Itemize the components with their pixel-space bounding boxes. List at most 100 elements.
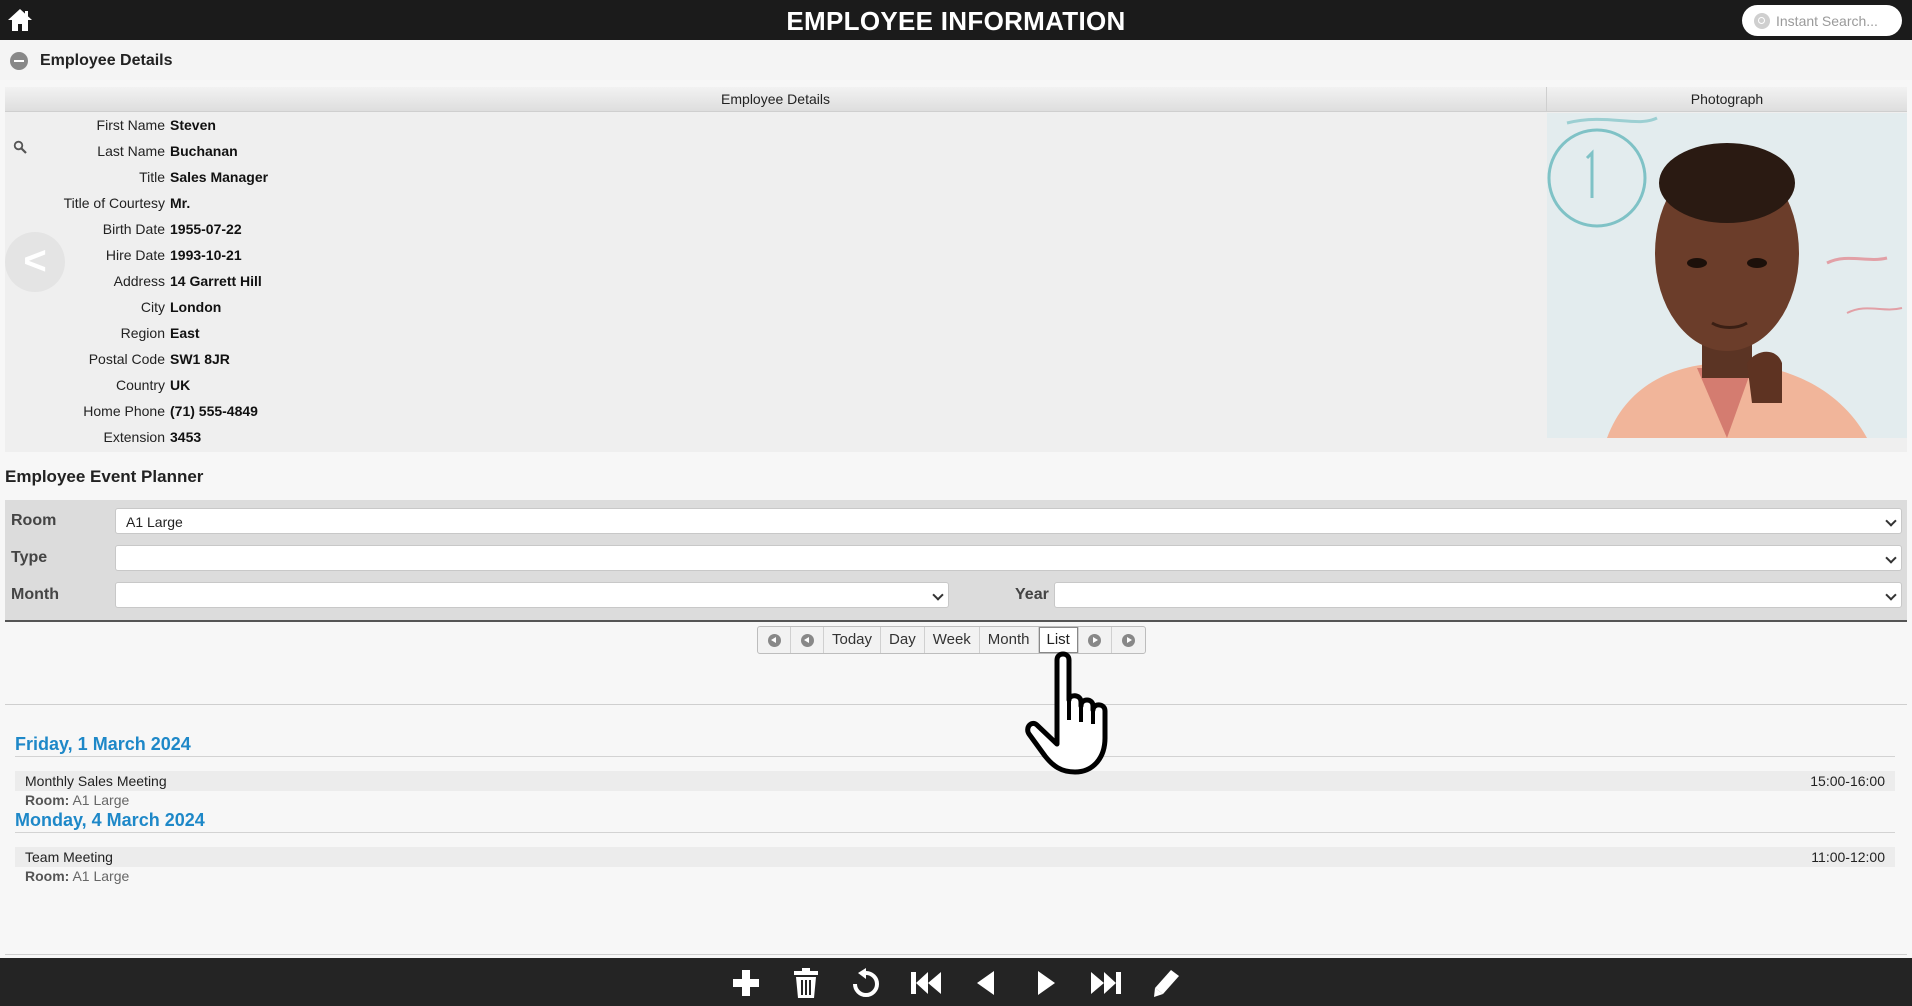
- field-label: Country: [115, 377, 165, 393]
- event-room-value: A1 Large: [72, 868, 130, 884]
- planner-filter-panel: Room A1 Large Type Month Year: [5, 500, 1907, 622]
- hand-cursor-icon: [1025, 651, 1108, 775]
- field-label: Hire Date: [105, 247, 165, 263]
- field-postal-code: Postal Code SW1 8JR: [5, 347, 605, 373]
- lookup-search-icon[interactable]: [13, 140, 27, 154]
- chevron-down-icon: [1885, 552, 1897, 564]
- field-birth-date: Birth Date 1955-07-22: [5, 217, 605, 243]
- chevron-down-icon: [932, 589, 944, 601]
- previous-icon[interactable]: [969, 968, 1003, 998]
- event-room-label: Room:: [25, 792, 70, 808]
- edit-icon[interactable]: [1149, 968, 1183, 998]
- month-select[interactable]: [115, 582, 949, 608]
- event-row[interactable]: Monthly Sales Meeting 15:00-16:00: [15, 771, 1895, 791]
- double-left-icon: [767, 633, 781, 647]
- day-heading: Monday, 4 March 2024: [15, 810, 205, 830]
- event-room-value: A1 Large: [72, 792, 130, 808]
- type-select[interactable]: [115, 545, 1902, 571]
- first-record-icon[interactable]: [909, 968, 943, 998]
- chevron-down-icon: [1885, 589, 1897, 601]
- right-icon: [1088, 633, 1102, 647]
- event-room-label: Room:: [25, 868, 70, 884]
- month-label: Month: [11, 586, 59, 603]
- top-bar: EMPLOYEE INFORMATION: [0, 0, 1912, 40]
- field-label: Last Name: [97, 143, 165, 159]
- field-city: City London: [5, 295, 605, 321]
- chevron-down-icon: [1885, 515, 1897, 527]
- field-value: Steven: [170, 117, 216, 133]
- type-label: Type: [11, 549, 48, 566]
- field-value: UK: [170, 377, 191, 393]
- day-view-button[interactable]: Day: [881, 627, 925, 653]
- field-value: 1955-07-22: [170, 221, 242, 237]
- event-time: 15:00-16:00: [1810, 773, 1885, 789]
- employee-details-panel: Employee Details Photograph First Name S…: [5, 87, 1907, 452]
- employee-details-header[interactable]: Employee Details: [0, 40, 1912, 80]
- event-room: Room: A1 Large: [25, 868, 129, 884]
- field-value: 14 Garrett Hill: [170, 273, 262, 289]
- field-title-of-courtesy: Title of Courtesy Mr.: [5, 191, 605, 217]
- field-address: Address 14 Garrett Hill: [5, 269, 605, 295]
- photo-column-header: Photograph: [1547, 87, 1907, 112]
- event-name: Team Meeting: [25, 849, 113, 865]
- field-country: Country UK: [5, 373, 605, 399]
- employee-photo: [1547, 113, 1907, 438]
- year-select[interactable]: [1054, 582, 1902, 608]
- day-heading: Friday, 1 March 2024: [15, 734, 191, 754]
- field-hire-date: Hire Date 1993-10-21: [5, 243, 605, 269]
- field-label: Postal Code: [88, 351, 165, 367]
- divider: [5, 704, 1907, 705]
- undo-icon[interactable]: [849, 968, 883, 998]
- add-icon[interactable]: [729, 968, 763, 998]
- prev-year-button[interactable]: [758, 627, 791, 653]
- field-value: Sales Manager: [170, 169, 269, 185]
- field-value: SW1 8JR: [170, 351, 230, 367]
- room-select[interactable]: A1 Large: [115, 508, 1902, 534]
- field-label: City: [140, 299, 165, 315]
- bottom-toolbar: [0, 958, 1912, 1006]
- field-value: London: [170, 299, 222, 315]
- left-icon: [800, 633, 814, 647]
- event-name: Monthly Sales Meeting: [25, 773, 167, 789]
- field-label: Extension: [103, 429, 165, 445]
- section-label: Employee Details: [40, 52, 173, 69]
- search-input[interactable]: [1776, 11, 1894, 30]
- divider: [15, 832, 1895, 833]
- room-label: Room: [11, 512, 57, 529]
- week-view-button[interactable]: Week: [925, 627, 980, 653]
- field-last-name: Last Name Buchanan: [5, 139, 605, 165]
- field-label: Home Phone: [83, 403, 165, 419]
- field-label: Birth Date: [102, 221, 165, 237]
- today-button[interactable]: Today: [824, 627, 882, 653]
- field-home-phone: Home Phone (71) 555-4849: [5, 399, 605, 425]
- field-region: Region East: [5, 321, 605, 347]
- field-value: Mr.: [170, 195, 191, 211]
- field-label: Title: [139, 169, 165, 185]
- field-label: Address: [113, 273, 165, 289]
- field-title: Title Sales Manager: [5, 165, 605, 191]
- field-label: Region: [120, 325, 165, 341]
- page-title: EMPLOYEE INFORMATION: [786, 6, 1126, 36]
- trash-icon[interactable]: [789, 968, 823, 998]
- collapse-icon[interactable]: [10, 52, 28, 70]
- field-value: (71) 555-4849: [170, 403, 258, 419]
- event-room: Room: A1 Large: [25, 792, 129, 808]
- next-icon[interactable]: [1029, 968, 1063, 998]
- divider: [15, 756, 1895, 757]
- double-right-icon: [1121, 633, 1135, 647]
- search-icon: [1754, 13, 1770, 29]
- last-record-icon[interactable]: [1089, 968, 1123, 998]
- prev-period-button[interactable]: [791, 627, 824, 653]
- year-label: Year: [1015, 586, 1049, 603]
- room-select-value: A1 Large: [126, 514, 183, 530]
- instant-search[interactable]: [1742, 5, 1902, 36]
- field-value: 1993-10-21: [170, 247, 242, 263]
- field-label: First Name: [96, 117, 165, 133]
- details-column-header: Employee Details: [5, 87, 1547, 112]
- event-row[interactable]: Team Meeting 11:00-12:00: [15, 847, 1895, 867]
- field-value: 3453: [170, 429, 202, 445]
- previous-record-button[interactable]: <: [5, 232, 65, 292]
- field-extension: Extension 3453: [5, 425, 605, 451]
- field-value: East: [170, 325, 200, 341]
- field-label: Title of Courtesy: [63, 195, 165, 211]
